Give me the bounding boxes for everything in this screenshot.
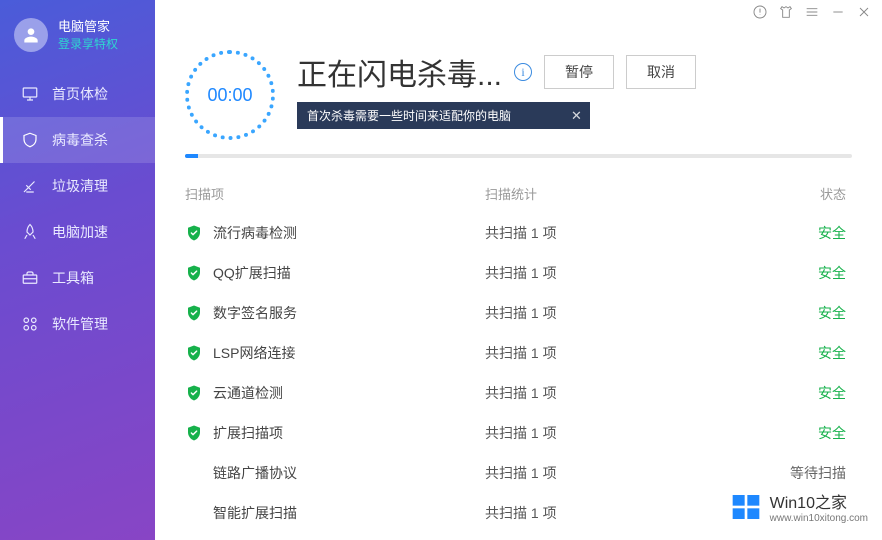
title-row: 正在闪电杀毒... i 暂停 取消 [297,50,852,94]
shield-check-icon [185,384,203,402]
sidebar-item-4[interactable]: 工具箱 [0,255,155,301]
scan-item-status: 安全 [765,223,852,243]
scan-item-stat: 共扫描 1 项 [485,303,765,323]
sidebar-item-label: 工具箱 [52,268,94,288]
scan-item-status: 安全 [765,263,852,283]
scan-item-stat: 共扫描 1 项 [485,223,765,243]
shield-check-icon [185,264,203,282]
app-name: 电脑管家 [58,18,118,36]
title-block: 正在闪电杀毒... i 暂停 取消 首次杀毒需要一些时间来适配你的电脑 ✕ [297,50,852,129]
table-row: QQ扩展扫描共扫描 1 项安全 [185,253,852,293]
profile-block[interactable]: 电脑管家 登录享特权 [0,12,155,71]
scan-header: 00:00 正在闪电杀毒... i 暂停 取消 首次杀毒需要一些时间来适配你的电… [155,0,882,140]
sidebar-item-label: 电脑加速 [52,222,108,242]
close-icon[interactable] [856,4,872,20]
shield-check-icon [185,424,203,442]
scan-item-name: 数字签名服务 [213,303,485,323]
scan-item-status: 安全 [765,343,852,363]
nav: 首页体检病毒查杀垃圾清理电脑加速工具箱软件管理 [0,71,155,540]
scan-item-stat: 共扫描 1 项 [485,263,765,283]
sidebar-item-0[interactable]: 首页体检 [0,71,155,117]
watermark-text: Win10之家 www.win10xitong.com [770,495,868,524]
app-window: 电脑管家 登录享特权 首页体检病毒查杀垃圾清理电脑加速工具箱软件管理 00:00… [0,0,882,540]
watermark: Win10之家 www.win10xitong.com [730,491,868,528]
pause-button[interactable]: 暂停 [544,55,614,89]
scan-table: 扫描项 扫描统计 状态 流行病毒检测共扫描 1 项安全QQ扩展扫描共扫描 1 项… [155,158,882,523]
tooltip-text: 首次杀毒需要一些时间来适配你的电脑 [307,107,511,124]
scan-item-stat: 共扫描 1 项 [485,343,765,363]
grid-icon [20,314,40,334]
col-scan-stat: 扫描统计 [485,184,765,203]
scan-item-status: 安全 [765,423,852,443]
table-row: LSP网络连接共扫描 1 项安全 [185,333,852,373]
scan-title: 正在闪电杀毒... [297,50,502,94]
sidebar-item-3[interactable]: 电脑加速 [0,209,155,255]
sidebar-item-2[interactable]: 垃圾清理 [0,163,155,209]
login-hint[interactable]: 登录享特权 [58,36,118,53]
table-row: 链路广播协议共扫描 1 项等待扫描 [185,453,852,493]
main: 00:00 正在闪电杀毒... i 暂停 取消 首次杀毒需要一些时间来适配你的电… [155,0,882,540]
shield-check-icon [185,344,203,362]
shirt-icon[interactable] [778,4,794,20]
scan-item-name: 扩展扫描项 [213,423,485,443]
scan-item-status: 等待扫描 [765,463,852,483]
rocket-icon [20,222,40,242]
scan-item-name: 智能扩展扫描 [213,503,485,523]
window-controls [752,4,872,20]
sidebar-item-label: 首页体检 [52,84,108,104]
minimize-icon[interactable] [830,4,846,20]
monitor-icon [20,84,40,104]
sidebar: 电脑管家 登录享特权 首页体检病毒查杀垃圾清理电脑加速工具箱软件管理 [0,0,155,540]
col-scan-item: 扫描项 [185,184,485,203]
shield-check-icon [185,224,203,242]
tooltip-close-icon[interactable]: ✕ [571,108,582,124]
sidebar-item-label: 软件管理 [52,314,108,334]
info-icon[interactable]: i [514,63,532,81]
sidebar-item-label: 垃圾清理 [52,176,108,196]
shield-check-icon [185,304,203,322]
broom-icon [20,176,40,196]
table-row: 扩展扫描项共扫描 1 项安全 [185,413,852,453]
table-header: 扫描项 扫描统计 状态 [185,178,852,213]
table-row: 流行病毒检测共扫描 1 项安全 [185,213,852,253]
scan-item-stat: 共扫描 1 项 [485,463,765,483]
first-scan-tooltip: 首次杀毒需要一些时间来适配你的电脑 ✕ [297,102,590,129]
profile-text: 电脑管家 登录享特权 [58,18,118,53]
table-row: 数字签名服务共扫描 1 项安全 [185,293,852,333]
scan-item-status: 安全 [765,383,852,403]
scan-item-name: 流行病毒检测 [213,223,485,243]
cancel-button[interactable]: 取消 [626,55,696,89]
scan-item-name: LSP网络连接 [213,343,485,363]
scan-item-name: QQ扩展扫描 [213,263,485,283]
col-scan-status: 状态 [765,184,852,203]
scan-item-stat: 共扫描 1 项 [485,383,765,403]
feedback-icon[interactable] [752,4,768,20]
scan-item-status: 安全 [765,303,852,323]
scan-timer: 00:00 [185,50,275,140]
toolbox-icon [20,268,40,288]
scan-item-name: 链路广播协议 [213,463,485,483]
scan-item-stat: 共扫描 1 项 [485,423,765,443]
watermark-brand: Win10之家 [770,495,868,513]
table-row: 云通道检测共扫描 1 项安全 [185,373,852,413]
avatar [14,18,48,52]
shield-icon [20,130,40,150]
watermark-url: www.win10xitong.com [770,513,868,524]
sidebar-item-label: 病毒查杀 [52,130,108,150]
watermark-logo-icon [730,491,762,528]
sidebar-item-5[interactable]: 软件管理 [0,301,155,347]
menu-icon[interactable] [804,4,820,20]
scan-item-name: 云通道检测 [213,383,485,403]
sidebar-item-1[interactable]: 病毒查杀 [0,117,155,163]
scan-item-stat: 共扫描 1 项 [485,503,765,523]
table-body: 流行病毒检测共扫描 1 项安全QQ扩展扫描共扫描 1 项安全数字签名服务共扫描 … [185,213,852,523]
